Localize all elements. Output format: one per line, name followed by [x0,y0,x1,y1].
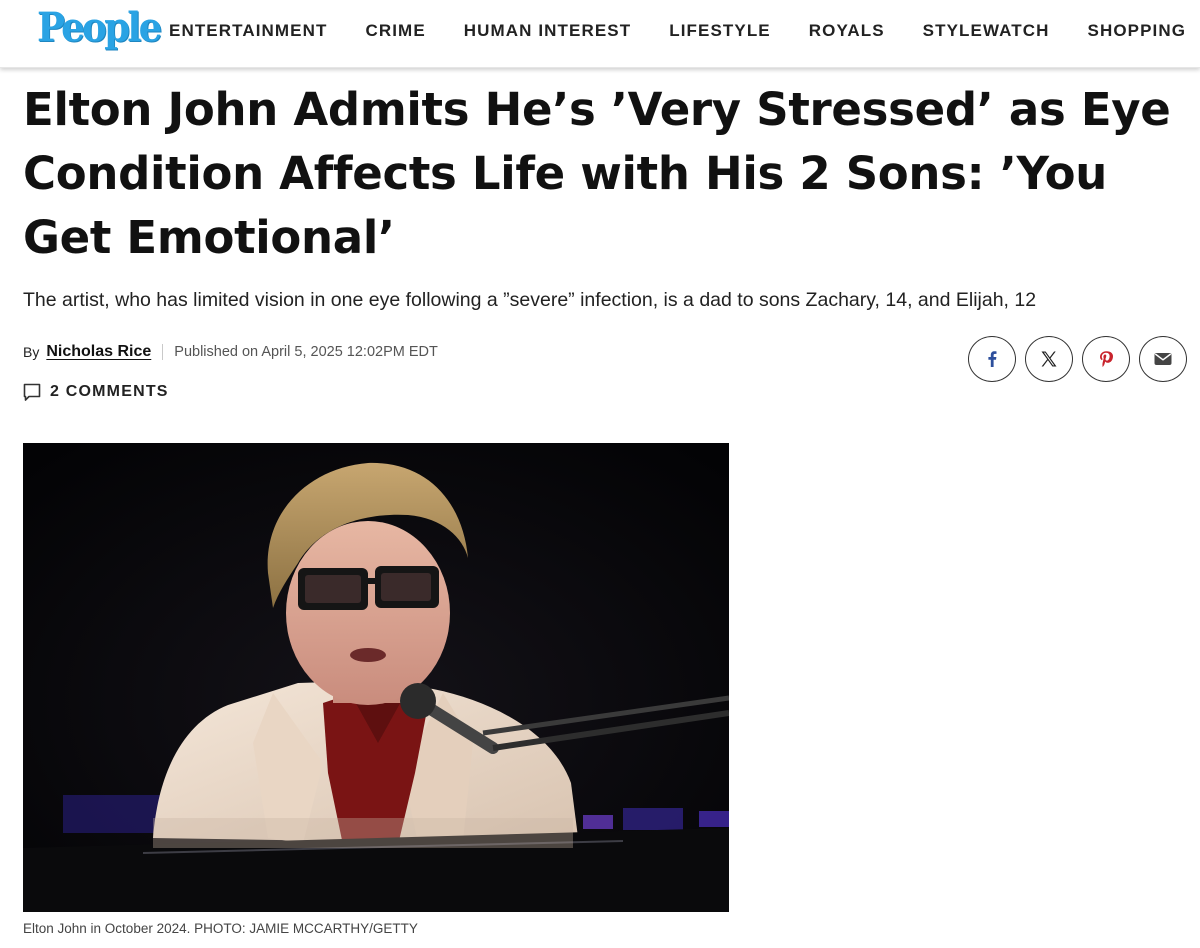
photo-caption: Elton John in October 2024. PHOTO: JAMIE… [23,921,418,936]
x-icon [1041,351,1057,367]
article-hero-photo [23,443,729,912]
publish-date: Published on April 5, 2025 12:02PM EDT [174,344,438,360]
facebook-icon [988,351,997,367]
author-link[interactable]: Nicholas Rice [46,343,151,361]
comments-link[interactable]: 2 COMMENTS [23,380,169,404]
nav-item-crime[interactable]: CRIME [346,21,444,41]
nav-item-human-interest[interactable]: HUMAN INTEREST [445,21,650,41]
article-headline: Elton John Admits He’s ’Very Stressed’ a… [23,83,1171,264]
article-subheading: The artist, who has limited vision in on… [23,289,1037,311]
elton-john-photo-illustration [23,443,729,912]
nav-item-stylewatch[interactable]: STYLEWATCH [904,21,1069,41]
top-navigation-bar: People ENTERTAINMENT CRIME HUMAN INTERES… [0,0,1200,68]
nav-item-lifestyle[interactable]: LIFESTYLE [650,21,790,41]
pinterest-icon [1100,351,1113,367]
share-buttons [968,336,1187,382]
x-share-button[interactable] [1025,336,1073,382]
facebook-share-button[interactable] [968,336,1016,382]
nav-item-entertainment[interactable]: ENTERTAINMENT [150,21,346,41]
people-logo[interactable]: People [37,4,162,52]
nav-item-shopping[interactable]: SHOPPING [1069,21,1200,41]
comments-count: 2 COMMENTS [50,383,169,400]
nav-item-royals[interactable]: ROYALS [790,21,904,41]
email-icon [1154,353,1172,365]
main-nav: ENTERTAINMENT CRIME HUMAN INTEREST LIFES… [150,0,1200,62]
email-share-button[interactable] [1139,336,1187,382]
byline-prefix: By [23,344,40,360]
pinterest-share-button[interactable] [1082,336,1130,382]
comment-icon [23,383,41,401]
byline: By Nicholas Rice Published on April 5, 2… [23,340,438,364]
byline-divider [162,344,164,360]
